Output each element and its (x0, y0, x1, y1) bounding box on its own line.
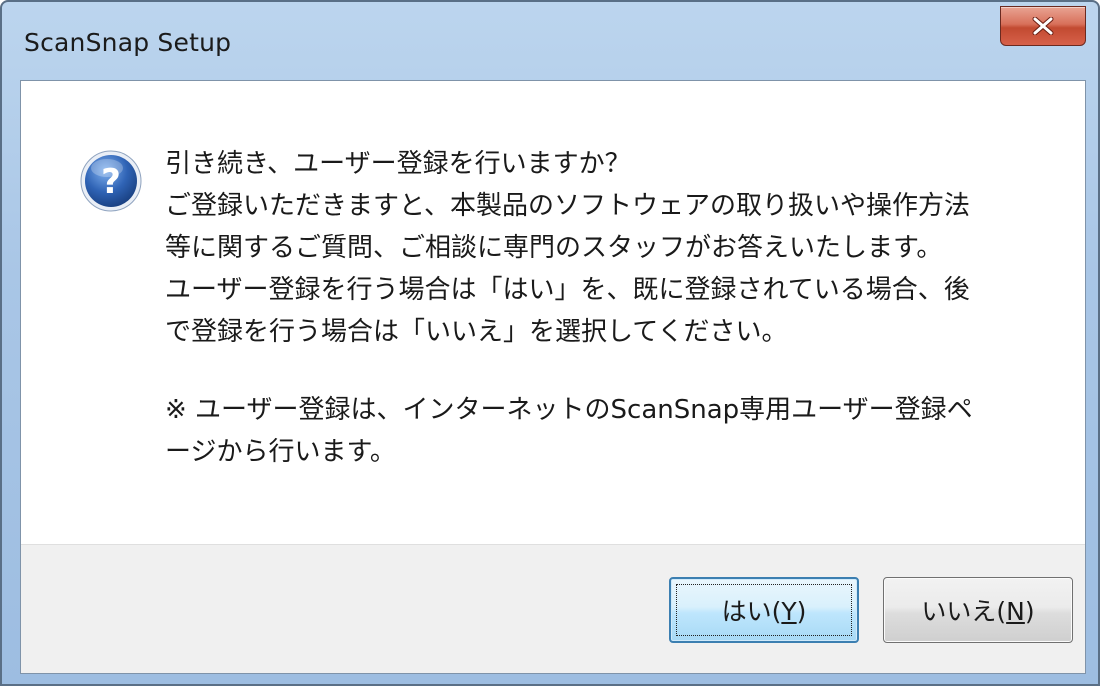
message-text: 引き続き、ユーザー登録を行いますか？ ご登録いただきますと、本製品のソフトウェア… (165, 143, 1045, 473)
message-line: ご登録いただきますと、本製品のソフトウェアの取り扱いや操作方法 (165, 191, 970, 221)
button-bar: はい(Y) いいえ(N) (21, 544, 1085, 673)
yes-button-label: はい(Y) (721, 597, 807, 626)
close-button[interactable] (1000, 6, 1086, 46)
note-line: ージから行います。 (165, 437, 396, 467)
close-icon (1032, 17, 1054, 35)
message-line: で登録を行う場合は「いいえ」を選択してください。 (165, 317, 788, 347)
message-area: ? 引き続き、ユーザー登録を行いますか？ ご登録いただきますと、本製品のソフトウ… (21, 81, 1085, 546)
no-button-label: いいえ(N) (921, 597, 1035, 626)
dialog-client-area: ? 引き続き、ユーザー登録を行いますか？ ご登録いただきますと、本製品のソフトウ… (20, 80, 1086, 674)
message-line: 引き続き、ユーザー登録を行いますか？ (165, 149, 631, 179)
message-line: 等に関するご質問、ご相談に専門のスタッフがお答えいたします。 (165, 233, 943, 263)
yes-button[interactable]: はい(Y) (669, 577, 859, 643)
title-bar[interactable]: ScanSnap Setup (2, 2, 1098, 80)
window-title: ScanSnap Setup (24, 28, 232, 57)
dialog-window: ScanSnap Setup ? 引き続き、ユーザー登録を行いますか？ ご登録い… (0, 0, 1100, 686)
note-line: ※ ユーザー登録は、インターネットのScanSnap専用ユーザー登録ペ (165, 395, 973, 425)
svg-text:?: ? (101, 162, 121, 202)
no-button[interactable]: いいえ(N) (883, 577, 1073, 643)
message-line: ユーザー登録を行う場合は「はい」を、既に登録されている場合、後 (165, 275, 970, 305)
question-icon: ? (79, 149, 143, 213)
